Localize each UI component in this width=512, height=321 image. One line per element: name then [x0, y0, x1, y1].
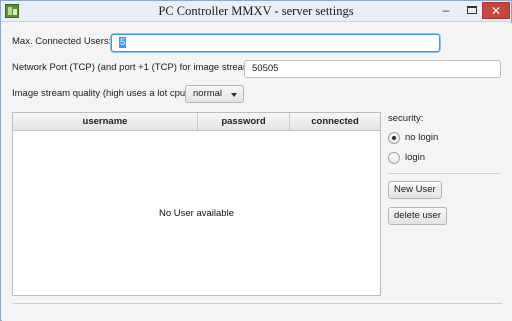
new-user-button[interactable]: New User [388, 181, 442, 199]
chevron-down-icon [231, 93, 237, 97]
users-table-header: username password connected [13, 113, 380, 131]
max-users-input[interactable]: 5 [111, 34, 440, 52]
port-label: Network Port (TCP) (and port +1 (TCP) fo… [12, 62, 257, 73]
quality-select[interactable]: normal [185, 85, 244, 103]
bottom-divider [12, 303, 502, 304]
maximize-icon [467, 6, 477, 14]
empty-table-message: No User available [159, 208, 234, 219]
security-divider [388, 173, 500, 174]
column-header-connected[interactable]: connected [290, 113, 380, 130]
radio-checked-icon [388, 132, 400, 144]
column-header-password[interactable]: password [198, 113, 290, 130]
radio-login-label: login [405, 152, 426, 163]
minimize-button[interactable]: – [433, 2, 459, 19]
security-label: security: [388, 113, 424, 124]
settings-window: PC Controller MMXV - server settings – ✕… [0, 0, 512, 321]
users-table[interactable]: username password connected No User avai… [12, 112, 381, 296]
title-bar[interactable]: PC Controller MMXV - server settings – ✕ [1, 1, 511, 22]
quality-label: Image stream quality (high uses a lot cp… [12, 88, 192, 99]
close-button[interactable]: ✕ [482, 2, 510, 19]
port-input[interactable]: 50505 [244, 60, 501, 78]
settings-content: Max. Connected Users: 5 Network Port (TC… [2, 23, 512, 321]
radio-unchecked-icon [388, 152, 400, 164]
radio-no-login-label: no login [405, 132, 439, 143]
max-users-label: Max. Connected Users: [12, 36, 112, 47]
column-header-username[interactable]: username [13, 113, 198, 130]
max-users-value: 5 [119, 37, 127, 48]
quality-select-value: normal [193, 88, 223, 99]
delete-user-button[interactable]: delete user [388, 207, 448, 225]
